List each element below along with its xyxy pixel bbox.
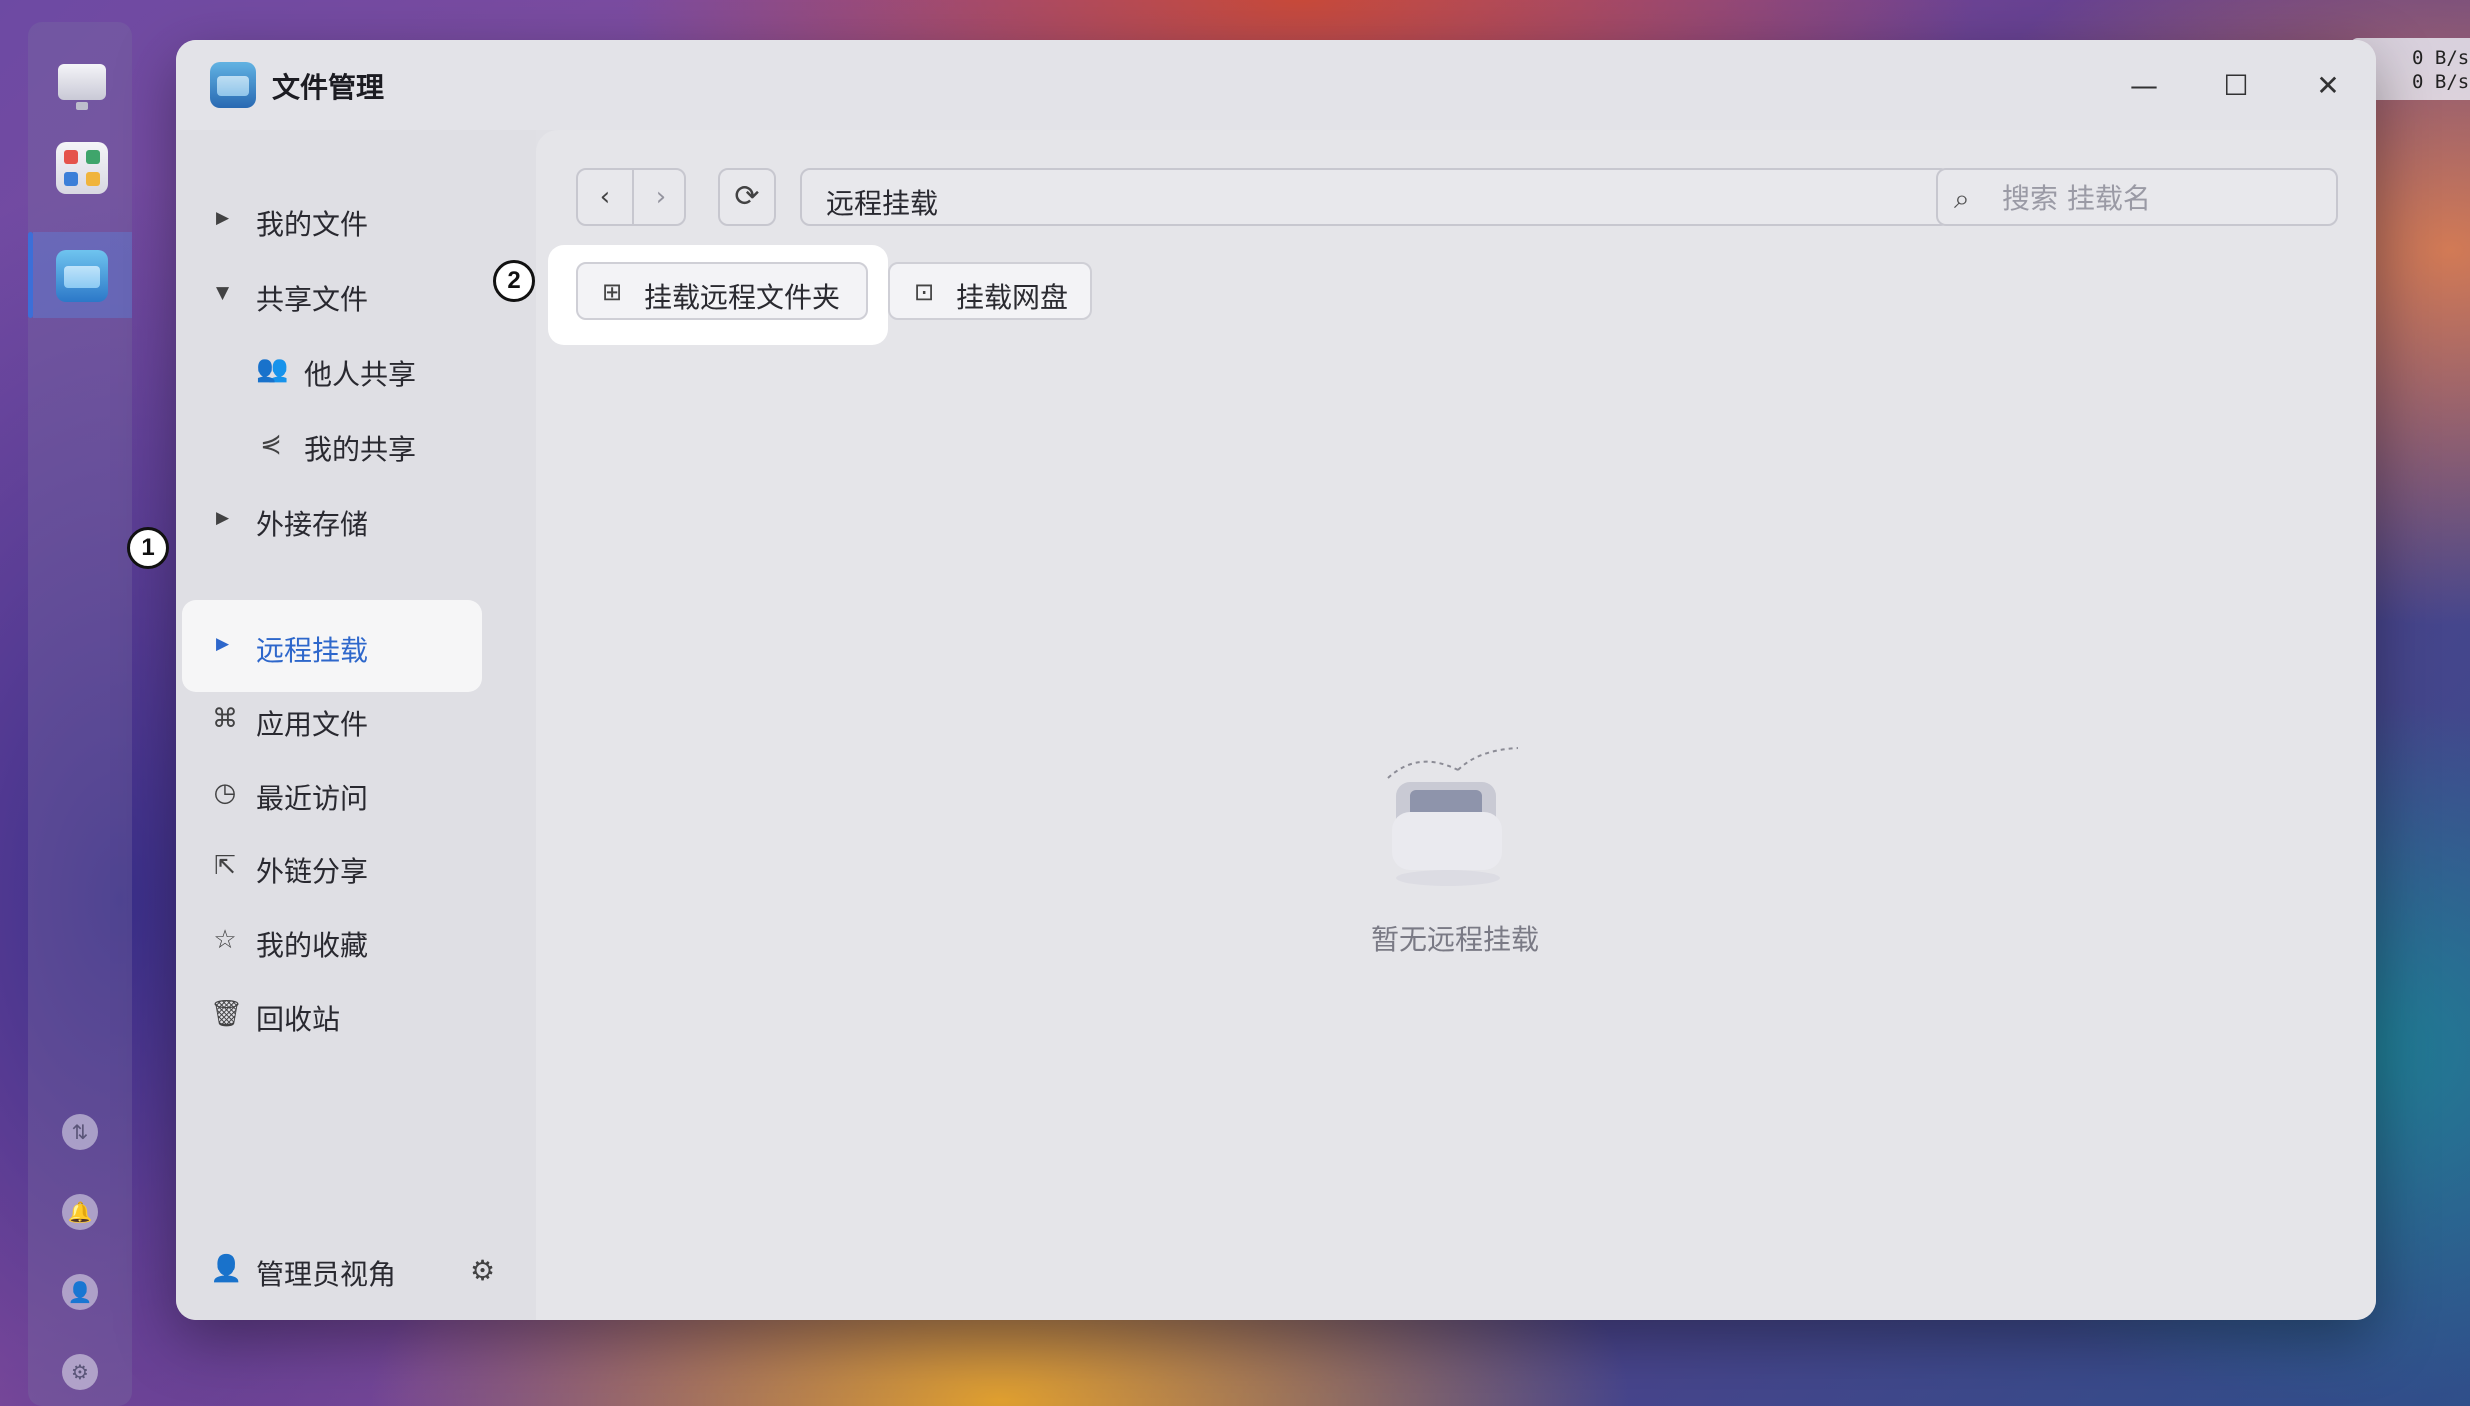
apps-grid-icon: ⌘ [212, 704, 238, 734]
sidebar-item-label: 远程挂载 [256, 634, 369, 667]
sidebar-item-shared-files[interactable]: ▼ 共享文件 [176, 265, 516, 325]
sidebar-item-recycle-bin[interactable]: 🗑 回收站 [176, 985, 516, 1045]
minimize-button[interactable]: — [2122, 64, 2166, 108]
trash-icon: 🗑 [210, 999, 244, 1029]
file-manager-dock-icon[interactable] [56, 250, 108, 302]
admin-view-toggle[interactable]: 👤 管理员视角 [176, 1240, 516, 1300]
bell-icon[interactable]: 🔔 [62, 1194, 98, 1230]
sidebar-item-label: 外链分享 [256, 855, 369, 888]
forward-button[interactable]: › [634, 170, 688, 224]
expand-arrow-icon[interactable]: ▶ [216, 508, 229, 528]
sidebar-item-link-share[interactable]: ⇱ 外链分享 [176, 837, 516, 897]
sidebar-item-label: 应用文件 [256, 708, 369, 741]
expand-arrow-icon[interactable]: ▶ [216, 634, 229, 654]
collapse-arrow-icon[interactable]: ▼ [216, 283, 229, 303]
star-icon: ☆ [213, 925, 237, 955]
step-badge-1: 1 [127, 527, 169, 569]
sidebar-item-label: 共享文件 [256, 283, 369, 316]
expand-arrow-icon[interactable]: ▶ [216, 208, 229, 228]
external-link-icon: ⇱ [214, 851, 236, 881]
admin-view-label: 管理员视角 [256, 1258, 397, 1291]
search-box[interactable]: ⌕ [1936, 168, 2338, 226]
sidebar-item-favorites[interactable]: ☆ 我的收藏 [176, 911, 516, 971]
sidebar-item-label: 最近访问 [256, 782, 369, 815]
sidebar-item-label: 外接存储 [256, 508, 369, 541]
sidebar-item-label: 回收站 [256, 1003, 341, 1036]
folder-plus-icon: ⊞ [602, 278, 623, 306]
sidebar-item-external-storage[interactable]: ▶ 外接存储 [176, 490, 516, 550]
file-manager-app-icon [210, 62, 256, 108]
sidebar-item-remote-mount[interactable]: ▶ 远程挂载 [176, 616, 516, 676]
clock-icon: ◷ [213, 778, 237, 808]
sidebar-item-app-files[interactable]: ⌘ 应用文件 [176, 690, 516, 750]
close-button[interactable]: ✕ [2306, 64, 2350, 108]
sidebar-item-my-files[interactable]: ▶ 我的文件 [176, 190, 516, 250]
mount-netdisk-label: 挂载网盘 [956, 281, 1069, 314]
dock-active-indicator [28, 232, 33, 318]
sidebar-item-my-shares[interactable]: ⋞ 我的共享 [176, 415, 516, 475]
sidebar-item-recent[interactable]: ◷ 最近访问 [176, 764, 516, 824]
settings-icon[interactable]: ⚙ [62, 1354, 98, 1390]
transfer-icon[interactable]: ⇅ [62, 1114, 98, 1150]
mount-remote-folder-button[interactable]: ⊞ 挂载远程文件夹 [576, 262, 868, 320]
settings-gear-icon[interactable]: ⚙ [470, 1254, 495, 1287]
mount-remote-folder-label: 挂载远程文件夹 [644, 281, 841, 314]
history-nav: ‹ › [576, 168, 686, 226]
sidebar-item-shared-by-others[interactable]: 👥 他人共享 [176, 340, 516, 400]
sidebar-item-label: 我的文件 [256, 208, 369, 241]
admin-user-icon: 👤 [210, 1254, 243, 1284]
path-bar[interactable]: 远程挂载 [800, 168, 1950, 226]
step-badge-2: 2 [493, 260, 535, 302]
users-icon: 👥 [256, 354, 289, 384]
sidebar-item-label: 我的共享 [304, 433, 417, 466]
app-center-icon[interactable] [56, 142, 108, 194]
empty-state-text: 暂无远程挂载 [1370, 923, 1539, 956]
file-manager-window: 文件管理 — ☐ ✕ ▶ 我的文件 ▼ 共享文件 👥 他人共享 ⋞ 我的共享 ▶… [176, 40, 2376, 1320]
cloud-folder-icon: ⊡ [914, 278, 935, 306]
mount-netdisk-button[interactable]: ⊡ 挂载网盘 [888, 262, 1092, 320]
download-speed: 0 B/s [2412, 71, 2470, 93]
sidebar: ▶ 我的文件 ▼ 共享文件 👥 他人共享 ⋞ 我的共享 ▶ 外接存储 ▶ 远程挂… [176, 130, 536, 1320]
search-input[interactable] [2002, 180, 2322, 216]
maximize-button[interactable]: ☐ [2214, 64, 2258, 108]
user-icon[interactable]: 👤 [62, 1274, 98, 1310]
sidebar-item-label: 我的收藏 [256, 929, 369, 962]
window-title: 文件管理 [272, 71, 385, 104]
upload-speed: 0 B/s [2412, 47, 2470, 69]
title-bar[interactable]: 文件管理 — ☐ ✕ [176, 40, 2376, 130]
refresh-button[interactable]: ⟳ [718, 168, 776, 226]
search-icon: ⌕ [1954, 182, 1970, 215]
desktop-monitor-icon[interactable] [56, 62, 108, 114]
sidebar-footer: 👤 管理员视角 ⚙ [176, 1240, 536, 1320]
share-icon: ⋞ [260, 429, 282, 459]
back-button[interactable]: ‹ [578, 170, 632, 224]
sidebar-item-label: 他人共享 [304, 358, 417, 391]
empty-folder-illustration [1387, 747, 1518, 886]
